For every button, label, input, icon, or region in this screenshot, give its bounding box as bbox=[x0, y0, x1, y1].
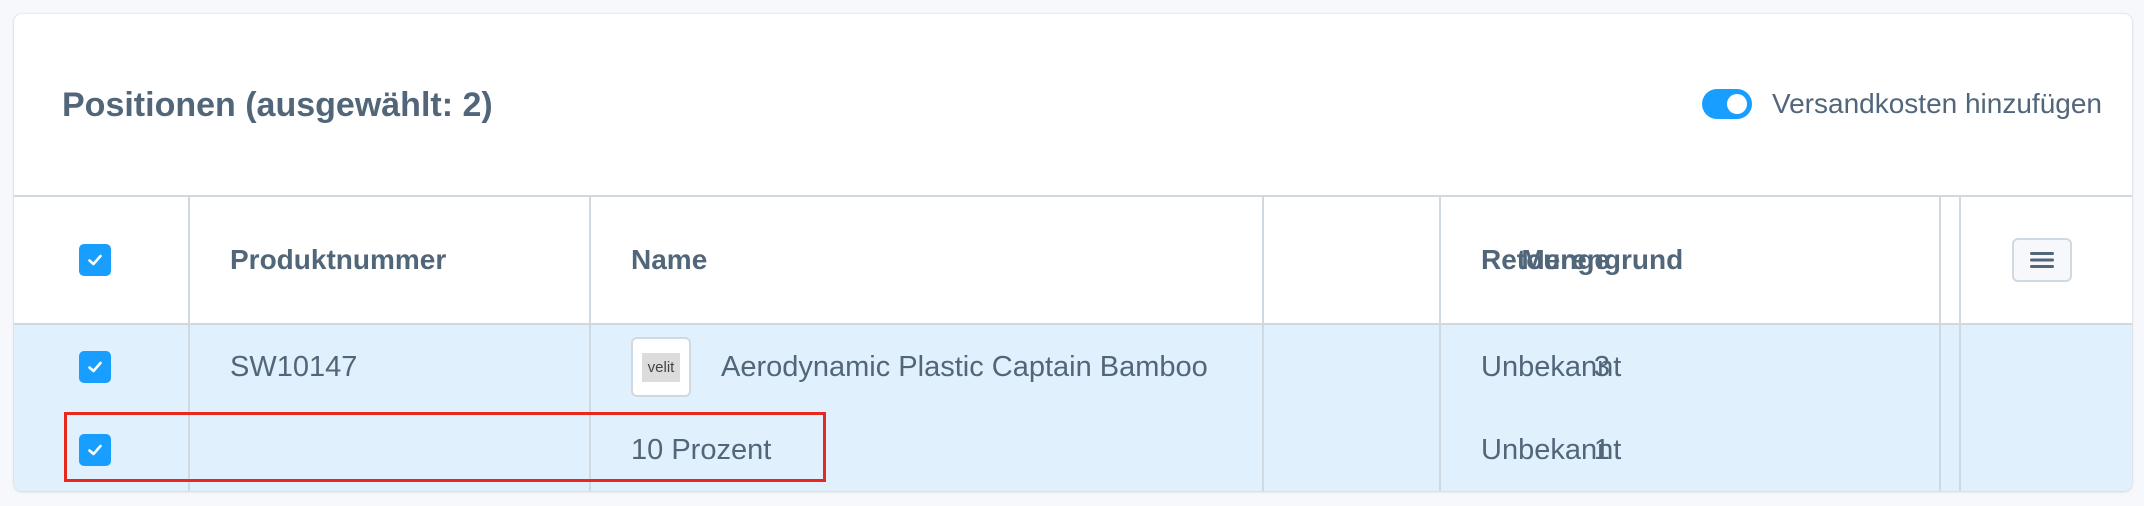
checkmark-icon bbox=[88, 444, 102, 456]
product-number: SW10147 bbox=[230, 350, 358, 383]
column-settings-button[interactable] bbox=[2012, 238, 2072, 282]
product-name-cell: velit Aerodynamic Plastic Captain Bamboo bbox=[631, 325, 1208, 409]
checkmark-icon bbox=[88, 361, 102, 373]
menu-lines-icon bbox=[2030, 252, 2054, 268]
column-header-produktnummer[interactable]: Produktnummer bbox=[230, 197, 446, 323]
column-divider bbox=[1439, 197, 1441, 491]
column-divider bbox=[188, 197, 190, 491]
product-name[interactable]: 10 Prozent bbox=[631, 409, 771, 491]
table-row[interactable]: SW10147 velit Aerodynamic Plastic Captai… bbox=[14, 325, 2132, 409]
return-reason[interactable]: Unbekannt bbox=[1481, 325, 1621, 409]
toggle-knob bbox=[1726, 94, 1747, 114]
thumbnail-label: velit bbox=[641, 352, 681, 382]
row-checkbox[interactable] bbox=[79, 351, 111, 383]
select-all-cell bbox=[14, 197, 176, 323]
page-title: Positionen (ausgewählt: 2) bbox=[62, 86, 493, 124]
row-select-cell bbox=[14, 325, 176, 409]
shipping-toggle-label[interactable]: Versandkosten hinzufügen bbox=[1772, 88, 2102, 120]
column-header-name[interactable]: Name bbox=[631, 197, 707, 323]
column-settings-cell bbox=[2012, 197, 2072, 323]
checkmark-icon bbox=[88, 254, 102, 266]
positions-table: Produktnummer Name Menge Retourengrund S… bbox=[14, 197, 2132, 491]
positions-card: Positionen (ausgewählt: 2) Versandkosten… bbox=[14, 14, 2132, 491]
table-header-row: Produktnummer Name Menge Retourengrund bbox=[14, 197, 2132, 325]
select-all-checkbox[interactable] bbox=[79, 244, 111, 276]
column-divider bbox=[1939, 197, 1941, 491]
column-divider bbox=[589, 197, 591, 491]
column-header-retourengrund[interactable]: Retourengrund bbox=[1481, 197, 1683, 323]
card-header: Positionen (ausgewählt: 2) Versandkosten… bbox=[14, 14, 2132, 197]
product-name[interactable]: Aerodynamic Plastic Captain Bamboo bbox=[721, 351, 1208, 384]
product-thumbnail: velit bbox=[631, 337, 691, 397]
row-checkbox[interactable] bbox=[79, 434, 111, 466]
row-select-cell bbox=[14, 409, 176, 491]
column-divider bbox=[1959, 197, 1961, 491]
column-divider bbox=[1262, 197, 1264, 491]
table-row[interactable]: 10 Prozent 1 Unbekannt bbox=[14, 409, 2132, 491]
return-reason[interactable]: Unbekannt bbox=[1481, 409, 1621, 491]
shipping-toggle-field: Versandkosten hinzufügen bbox=[1701, 88, 2102, 120]
shipping-costs-toggle[interactable] bbox=[1701, 89, 1752, 119]
